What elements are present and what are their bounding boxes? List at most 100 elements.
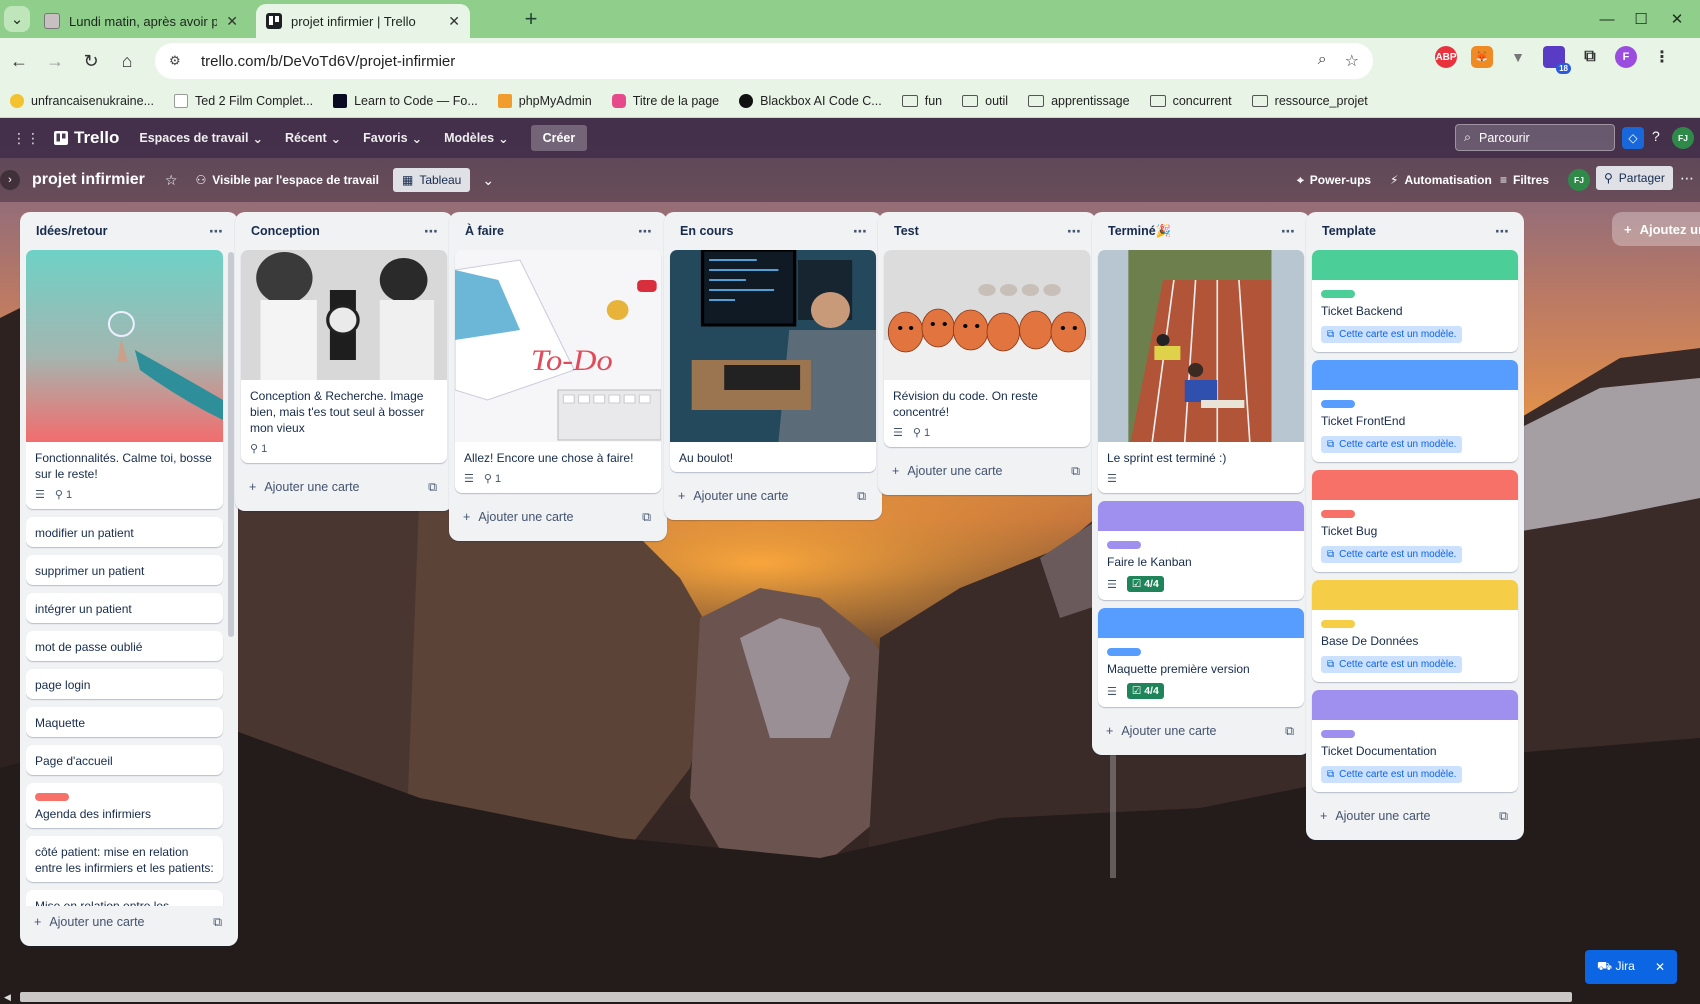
bookmark-item[interactable]: apprentissage	[1028, 94, 1130, 108]
view-switch-chevron-icon[interactable]: ⌄	[482, 172, 494, 189]
notifications-icon[interactable]: ◇	[1622, 127, 1644, 149]
bookmark-item[interactable]: Ted 2 Film Complet...	[174, 93, 313, 108]
add-list-button[interactable]: + Ajoutez une	[1612, 212, 1700, 246]
menu-favoris[interactable]: Favoris ⌄	[363, 131, 422, 146]
close-window-icon[interactable]: ✕	[1662, 6, 1692, 32]
list-header[interactable]: Idées/retour ⋯	[26, 212, 232, 250]
create-from-template-icon[interactable]: ⧉	[1285, 724, 1294, 739]
bookmark-item[interactable]: fun	[901, 94, 942, 108]
profile-avatar[interactable]: F	[1615, 46, 1637, 68]
card[interactable]: Page d'accueil	[26, 745, 223, 775]
bookmark-item[interactable]: Blackbox AI Code C...	[739, 93, 882, 108]
card-label[interactable]	[1321, 730, 1355, 738]
card-label[interactable]	[1321, 290, 1355, 298]
list-header[interactable]: À faire ⋯	[455, 212, 661, 250]
add-card-button[interactable]: + Ajouter une carte ⧉	[26, 906, 232, 938]
list-2[interactable]: À faire ⋯ To-Do Allez! Encore une chose à f…	[449, 212, 667, 541]
list-3[interactable]: En cours ⋯ Au boulot! + Ajouter une carte ⧉	[664, 212, 882, 520]
create-from-template-icon[interactable]: ⧉	[642, 510, 651, 525]
list-0[interactable]: Idées/retour ⋯ Fonctionnalités. Calme toi,…	[20, 212, 238, 946]
home-icon[interactable]: ⌂	[110, 44, 144, 78]
new-tab-button[interactable]: +	[518, 6, 544, 32]
card-label[interactable]	[1107, 541, 1141, 549]
close-tab-icon[interactable]: ✕	[448, 13, 460, 30]
automation-button[interactable]: ⚡ Automatisation	[1390, 173, 1492, 187]
app-switcher-icon[interactable]: ⋮⋮	[12, 130, 40, 147]
site-info-icon[interactable]: ⚙	[169, 51, 189, 71]
list-5[interactable]: Terminé🎉 ⋯ Le sprint est terminé :) ☰ Faire …	[1092, 212, 1310, 755]
view-tableau-button[interactable]: ▦ Tableau	[392, 168, 471, 192]
add-card-button[interactable]: + Ajouter une carte ⧉	[1098, 715, 1304, 747]
extension-badge-icon[interactable]: 18	[1543, 46, 1571, 74]
zoom-icon[interactable]: ⌕	[1318, 51, 1327, 71]
list-header[interactable]: En cours ⋯	[670, 212, 876, 250]
card[interactable]: To-Do Allez! Encore une chose à faire! ☰ ⚲ …	[455, 250, 661, 493]
card-label[interactable]	[1321, 620, 1355, 628]
card[interactable]: Maquette première version ☰ ☑ 4/4	[1098, 608, 1304, 707]
back-icon[interactable]: ←	[2, 44, 36, 78]
visibility-button[interactable]: ⚇ Visible par l'espace de travail	[195, 173, 379, 187]
list-title[interactable]: À faire	[465, 224, 504, 238]
create-from-template-icon[interactable]: ⧉	[857, 489, 866, 504]
card[interactable]: Révision du code. On reste concentré! ☰ ⚲ …	[884, 250, 1090, 447]
card[interactable]: Ticket FrontEnd ⧉ Cette carte est un modèl…	[1312, 360, 1518, 462]
card[interactable]: Fonctionnalités. Calme toi, bosse sur le…	[26, 250, 223, 509]
card[interactable]: Base De Données ⧉ Cette carte est un modèl…	[1312, 580, 1518, 682]
card[interactable]: Ticket Backend ⧉ Cette carte est un modèle…	[1312, 250, 1518, 352]
card[interactable]: modifier un patient	[26, 517, 223, 547]
list-menu-icon[interactable]: ⋯	[424, 223, 439, 240]
list-title[interactable]: Terminé🎉	[1108, 224, 1171, 239]
add-card-button[interactable]: + Ajouter une carte ⧉	[670, 480, 876, 512]
card[interactable]: supprimer un patient	[26, 555, 223, 585]
browser-menu-icon[interactable]: ⋮	[1651, 46, 1673, 68]
adblock-icon[interactable]: ABP	[1435, 46, 1457, 68]
horizontal-scrollbar[interactable]	[20, 992, 1572, 1002]
share-button[interactable]: ⚲ Partager	[1596, 166, 1673, 190]
card[interactable]: Ticket Bug ⧉ Cette carte est un modèle.	[1312, 470, 1518, 572]
add-card-button[interactable]: + Ajouter une carte ⧉	[884, 455, 1090, 487]
create-from-template-icon[interactable]: ⧉	[1499, 809, 1508, 824]
bookmark-item[interactable]: ressource_projet	[1251, 94, 1368, 108]
card-label[interactable]	[35, 793, 69, 801]
url-text[interactable]: trello.com/b/DeVoTd6V/projet-infirmier	[201, 53, 455, 70]
bookmark-item[interactable]: concurrent	[1149, 94, 1232, 108]
create-from-template-icon[interactable]: ⧉	[428, 480, 437, 495]
extensions-puzzle-icon[interactable]: ⧉	[1579, 46, 1601, 68]
card[interactable]: Au boulot!	[670, 250, 876, 472]
card[interactable]: Agenda des infirmiers	[26, 783, 223, 828]
maximize-icon[interactable]: ☐	[1626, 6, 1656, 32]
card[interactable]: Le sprint est terminé :) ☰	[1098, 250, 1304, 493]
menu-modeles[interactable]: Modèles ⌄	[444, 131, 509, 146]
powerups-button[interactable]: ⌖ Power-ups	[1297, 173, 1371, 188]
add-card-button[interactable]: + Ajouter une carte ⧉	[241, 471, 447, 503]
tab-trello[interactable]: projet infirmier | Trello ✕	[256, 4, 470, 38]
card[interactable]: Mise en relation entre les cabinets infi…	[26, 890, 223, 906]
bookmark-item[interactable]: unfrancaisenukraine...	[10, 93, 154, 108]
list-scrollbar[interactable]	[228, 252, 234, 637]
scroll-left-icon[interactable]: ◀	[4, 992, 16, 1002]
card-label[interactable]	[1321, 400, 1355, 408]
create-from-template-icon[interactable]: ⧉	[213, 915, 222, 930]
list-header[interactable]: Template ⋯	[1312, 212, 1518, 250]
list-title[interactable]: Template	[1322, 224, 1376, 238]
list-menu-icon[interactable]: ⋯	[638, 223, 653, 240]
list-menu-icon[interactable]: ⋯	[209, 223, 224, 240]
create-button[interactable]: Créer	[530, 125, 588, 151]
tab-search-icon[interactable]: ⌄	[4, 6, 30, 32]
reload-icon[interactable]: ↻	[74, 44, 108, 78]
list-title[interactable]: Idées/retour	[36, 224, 108, 238]
menu-espaces[interactable]: Espaces de travail ⌄	[139, 131, 263, 146]
card[interactable]: côté patient: mise en relation entre les…	[26, 836, 223, 882]
search-input[interactable]: ⌕ Parcourir	[1455, 124, 1615, 151]
add-card-button[interactable]: + Ajouter une carte ⧉	[1312, 800, 1518, 832]
card-label[interactable]	[1107, 648, 1141, 656]
bookmark-item[interactable]: phpMyAdmin	[497, 93, 592, 108]
board-title[interactable]: projet infirmier	[32, 171, 145, 189]
trello-logo[interactable]: Trello	[54, 128, 119, 148]
list-title[interactable]: Conception	[251, 224, 320, 238]
bookmark-star-icon[interactable]: ☆	[1345, 51, 1359, 71]
bookmark-item[interactable]: Learn to Code — Fo...	[333, 93, 478, 108]
minimize-icon[interactable]: —	[1592, 6, 1622, 32]
card[interactable]: intégrer un patient	[26, 593, 223, 623]
tab-lundi-matin[interactable]: Lundi matin, après avoir passé ✕	[34, 4, 248, 38]
